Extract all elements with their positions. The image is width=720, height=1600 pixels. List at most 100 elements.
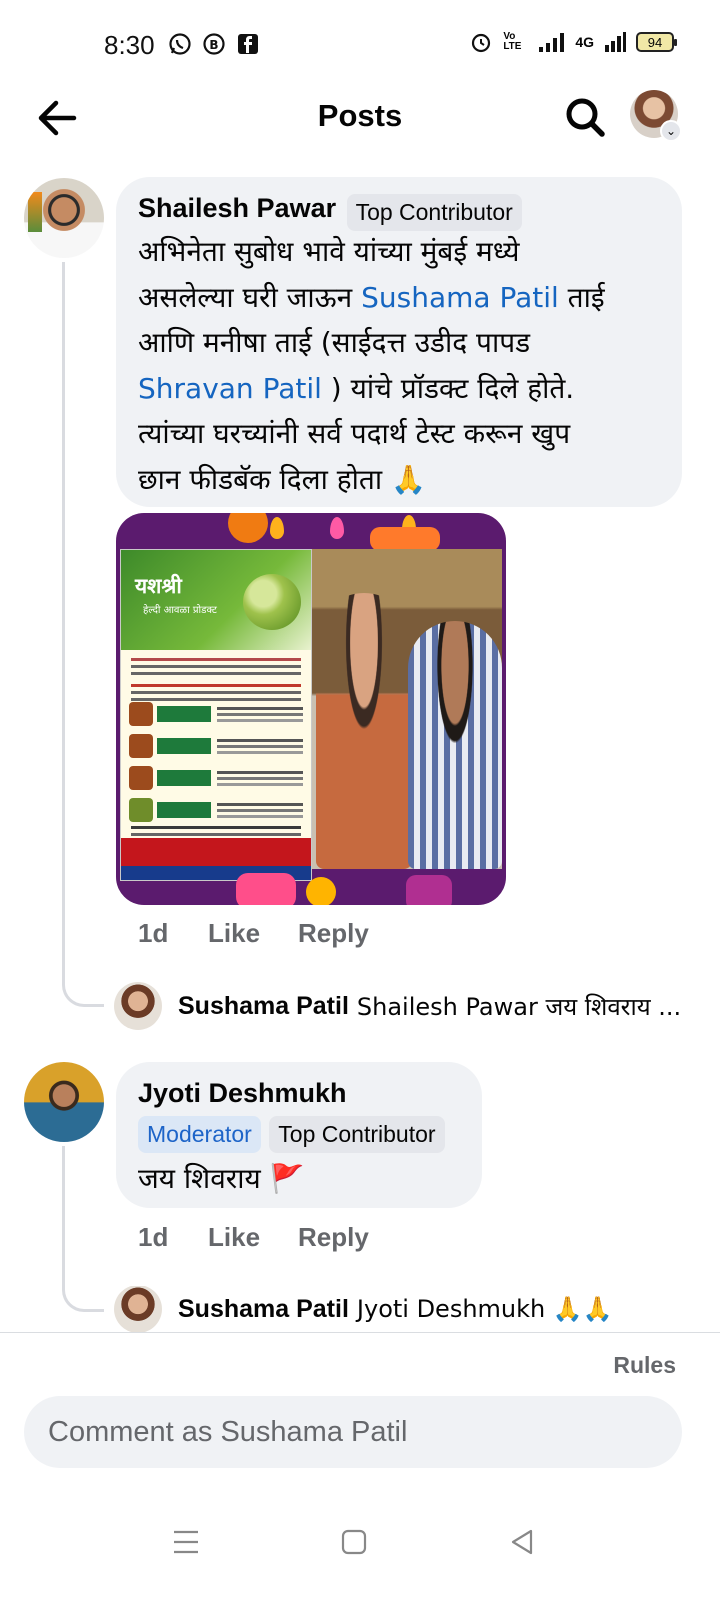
top-app-bar: Posts ⌄: [0, 80, 720, 156]
comment-image[interactable]: यशश्री हेल्दी आवळा प्रोडक्ट: [116, 513, 506, 905]
comment-text-segment: छान फीडबॅक दिला होता 🙏: [138, 462, 426, 496]
flyer-product-row: [129, 766, 305, 792]
comment-bubble[interactable]: Jyoti Deshmukh Moderator Top Contributor…: [116, 1062, 482, 1208]
decor-candle: [370, 527, 440, 551]
celebrity-photo: [312, 549, 502, 869]
composer-divider: [0, 1332, 720, 1333]
chevron-down-icon: ⌄: [660, 120, 682, 142]
search-icon: [566, 98, 605, 137]
comment-text-segment: आणि मनीषा ताई (साईदत्त उडीद पापड: [138, 326, 531, 359]
comment-text-segment: ) यांचे प्रॉडक्ट दिले होते.: [321, 371, 575, 405]
comment-text-segment: ताई: [558, 280, 605, 314]
comment-text-line: छान फीडबॅक दिला होता 🙏: [138, 457, 678, 503]
flyer-text-lines: [131, 658, 301, 661]
comment-text-line: Shravan Patil ) यांचे प्रॉडक्ट दिले होते…: [138, 366, 678, 412]
avatar-shailesh-pawar[interactable]: [24, 178, 104, 258]
flyer-product-row: [129, 702, 305, 728]
comment-header: Shailesh Pawar Top Contributor: [138, 193, 522, 232]
top-contributor-badge: Top Contributor: [269, 1116, 445, 1153]
network-label: 4G: [575, 34, 594, 50]
person-right: [408, 621, 502, 869]
thread-connector: [62, 1280, 104, 1312]
home-button[interactable]: [324, 1512, 384, 1572]
flyer-product-row: [129, 798, 305, 824]
decor-candle: [236, 873, 296, 905]
comment-author[interactable]: Shailesh Pawar: [138, 193, 336, 223]
comment-text: जय शिवराय 🚩: [138, 1162, 305, 1195]
profile-menu-button[interactable]: ⌄: [630, 90, 682, 142]
signal-2-icon: [605, 32, 626, 52]
comment-text-line: असलेल्या घरी जाऊन Sushama Patil ताई: [138, 275, 678, 321]
status-bar: 8:30 B Vo LTE 4G 94: [0, 0, 720, 90]
comment-text-line: आणि मनीषा ताई (साईदत्त उडीद पापड: [138, 320, 678, 366]
comment-time: 1d: [138, 1222, 169, 1252]
decor-flame: [330, 517, 344, 539]
page-title: Posts: [317, 98, 403, 133]
reply-button[interactable]: Reply: [298, 918, 369, 949]
svg-text:B: B: [209, 38, 218, 52]
person-left: [316, 593, 412, 869]
whatsapp-icon: [169, 33, 191, 55]
flyer-text-lines: [131, 826, 301, 829]
reply-author: Sushama Patil: [178, 991, 349, 1020]
amla-fruit-image: [243, 574, 301, 630]
reply-author: Sushama Patil: [178, 1294, 349, 1323]
comment-actions: 1d Like Reply: [138, 1222, 369, 1253]
alarm-icon: [472, 33, 491, 53]
comment-actions: 1d Like Reply: [138, 918, 369, 949]
menu-icon: [174, 1530, 198, 1554]
comment-input[interactable]: [24, 1396, 682, 1468]
recents-button[interactable]: [156, 1512, 216, 1572]
flyer-product-row: [129, 734, 305, 760]
rules-link[interactable]: Rules: [613, 1352, 676, 1379]
comment-text: अभिनेता सुबोध भावे यांच्या मुंबई मध्ये अस…: [138, 229, 678, 502]
flyer-title: यशश्री: [135, 574, 182, 598]
status-right: Vo LTE 4G 94: [469, 30, 677, 54]
signal-icon: [539, 33, 565, 52]
like-button[interactable]: Like: [208, 1222, 298, 1253]
reply-text: Jyoti Deshmukh 🙏🙏: [356, 1295, 613, 1323]
top-contributor-badge: Top Contributor: [346, 194, 522, 232]
decor-candle: [406, 875, 452, 905]
system-nav-bar: [0, 1490, 720, 1600]
moderator-badge: Moderator: [138, 1116, 261, 1153]
search-button[interactable]: [560, 92, 610, 142]
avatar-sushama-patil: [114, 1286, 162, 1332]
avatar-jyoti-deshmukh[interactable]: [24, 1062, 104, 1142]
thread-line: [62, 262, 65, 982]
avatar-sushama-patil: [114, 982, 162, 1030]
reply-text: Shailesh Pawar जय शिवराय ...: [356, 992, 682, 1021]
reply-button[interactable]: Reply: [298, 1222, 369, 1253]
thread-line: [62, 1146, 65, 1286]
comment-author[interactable]: Jyoti Deshmukh: [138, 1078, 347, 1109]
like-button[interactable]: Like: [208, 918, 298, 949]
decor-candle: [306, 877, 336, 905]
volte-label: Vo LTE: [503, 31, 522, 52]
reply-preview[interactable]: Sushama Patil Jyoti Deshmukh 🙏🙏: [114, 1286, 694, 1332]
status-time: 8:30: [104, 30, 155, 60]
home-icon: [341, 1529, 367, 1555]
avatar-flag: [28, 192, 42, 232]
nav-back-button[interactable]: [492, 1512, 552, 1572]
back-triangle-icon: [511, 1529, 533, 1555]
business-icon: B: [203, 33, 225, 55]
product-flyer: यशश्री हेल्दी आवळा प्रोडक्ट: [120, 549, 312, 881]
thread-connector: [62, 975, 104, 1007]
comment-text-segment: त्यांच्या घरच्यांनी सर्व पदार्थ टेस्ट कर…: [138, 417, 571, 450]
mention-link[interactable]: Shravan Patil: [138, 372, 322, 405]
comment-text-line: त्यांच्या घरच्यांनी सर्व पदार्थ टेस्ट कर…: [138, 411, 678, 457]
comment-text-segment: असलेल्या घरी जाऊन: [138, 280, 362, 314]
flyer-subtitle: हेल्दी आवळा प्रोडक्ट: [143, 605, 217, 616]
comment-text-segment: अभिनेता सुबोध भावे यांच्या मुंबई मध्ये: [138, 235, 520, 268]
comment-time: 1d: [138, 918, 169, 948]
facebook-icon: [238, 34, 258, 54]
decor-candle: [228, 513, 268, 543]
mention-link[interactable]: Sushama Patil: [361, 281, 559, 314]
decor-flame: [270, 517, 284, 539]
flyer-text-lines: [131, 684, 301, 687]
battery-indicator: 94: [636, 32, 677, 52]
badge-row: Moderator Top Contributor: [138, 1116, 445, 1153]
comment-bubble[interactable]: Shailesh Pawar Top Contributor अभिनेता स…: [116, 177, 682, 507]
comment-text-line: अभिनेता सुबोध भावे यांच्या मुंबई मध्ये: [138, 229, 678, 275]
reply-preview[interactable]: Sushama Patil Shailesh Pawar जय शिवराय .…: [114, 982, 694, 1030]
